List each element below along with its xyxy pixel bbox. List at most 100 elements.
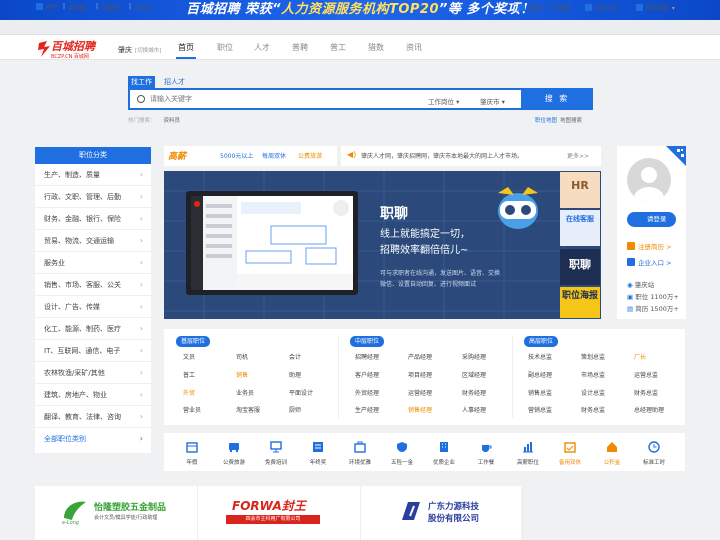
login-button[interactable]: 👤 请登录 — [627, 212, 676, 227]
ad-job-poster[interactable]: 职位海报 — [560, 287, 600, 318]
city-select[interactable]: 肇庆市 ▾ — [480, 96, 505, 106]
ad-chat[interactable]: 职聊 — [560, 249, 600, 285]
sidebar-item-finance[interactable]: 财务、金融、银行、保险 › — [35, 208, 151, 230]
job-link[interactable]: 销售总监 — [528, 388, 552, 397]
job-link[interactable]: 设计总监 — [581, 388, 605, 397]
quick-annual-leave[interactable]: 年假 — [174, 458, 210, 466]
qr-code-icon[interactable] — [666, 146, 686, 166]
job-link[interactable]: 生产经理 — [355, 405, 379, 414]
quick-free-training[interactable]: 免费培训 — [258, 458, 294, 466]
job-link[interactable]: 市场总监 — [581, 370, 605, 379]
app-link[interactable]: APP — [36, 3, 57, 11]
quick-high-salary[interactable]: 高薪职位 — [510, 458, 546, 466]
sidebar-item-translation[interactable]: 翻译、教育、法律、咨询 › — [35, 406, 151, 428]
quick-year-bonus[interactable]: 年终奖 — [300, 458, 336, 466]
nav-headhunt[interactable]: 猎数 — [368, 42, 384, 53]
sidebar-item-it[interactable]: IT、互联网、通信、电子 › — [35, 340, 151, 362]
ad-hr[interactable]: HR — [560, 172, 600, 208]
job-link[interactable]: 采购经理 — [462, 352, 486, 361]
switch-city-link[interactable]: [切换城市] — [135, 46, 161, 54]
job-link[interactable]: 策划总监 — [581, 352, 605, 361]
job-link[interactable]: 营业员 — [183, 405, 201, 414]
miniprogram-link[interactable]: 小程序 — [101, 3, 119, 12]
job-link[interactable]: 外贸 — [183, 388, 195, 397]
job-link[interactable]: 财务经理 — [462, 388, 486, 397]
search-button[interactable]: 搜 索 — [521, 88, 593, 110]
job-link[interactable]: 运营总监 — [634, 370, 658, 379]
quick-paid-travel[interactable]: 公费旅游 — [216, 458, 252, 466]
job-link[interactable]: 区域经理 — [462, 370, 486, 379]
tag-salary[interactable]: 5000元以上 — [220, 151, 253, 160]
sidebar-item-chemical[interactable]: 化工、能源、制药、医疗 › — [35, 318, 151, 340]
job-link[interactable]: 助理 — [289, 370, 301, 379]
job-link[interactable]: 产品经理 — [408, 352, 432, 361]
quick-housing-fund[interactable]: 公积金 — [594, 458, 630, 466]
job-link[interactable]: 淘宝客服 — [236, 405, 260, 414]
sidebar-item-design[interactable]: 设计、广告、传媒 › — [35, 296, 151, 318]
nav-jobs[interactable]: 职位 — [217, 42, 233, 53]
job-link[interactable]: 人事经理 — [462, 405, 486, 414]
tab-find-talent[interactable]: 招人才 — [164, 76, 185, 88]
job-link[interactable]: 文员 — [183, 352, 195, 361]
job-link[interactable]: 技术总监 — [528, 352, 552, 361]
site-nav-link[interactable]: 网站导航 ▾ — [636, 3, 675, 12]
quick-standard-hours[interactable]: 标准工时 — [636, 458, 672, 466]
login-register-link[interactable]: 注册 | 个人登录 — [518, 3, 570, 12]
quick-meals[interactable]: 工作餐 — [468, 458, 504, 466]
quick-insurance[interactable]: 五险一金 — [384, 458, 420, 466]
more-link[interactable]: 更多>> — [567, 151, 589, 160]
job-link[interactable]: 运营经理 — [408, 388, 432, 397]
job-link[interactable]: 普工 — [183, 370, 195, 379]
sidebar-item-sales[interactable]: 销售、市场、客服、公关 › — [35, 274, 151, 296]
register-resume-link[interactable]: 注册简历 > — [627, 241, 672, 251]
quick-weekend[interactable]: 备用双休 — [552, 458, 588, 466]
nav-general-recruit[interactable]: 普聘 — [292, 42, 308, 53]
sidebar-item-trade[interactable]: 贸易、物流、交通运输 › — [35, 230, 151, 252]
job-link[interactable]: 营销总监 — [528, 405, 552, 414]
ad-online-service[interactable]: 在线客服 — [560, 210, 600, 246]
sidebar-item-all[interactable]: 全部职位类别 › — [35, 428, 151, 450]
job-link[interactable]: 财务总监 — [581, 405, 605, 414]
tab-find-job[interactable]: 找工作 — [128, 76, 155, 88]
sidebar-item-service[interactable]: 服务业 › — [35, 252, 151, 274]
quick-environment[interactable]: 环境优雅 — [342, 458, 378, 466]
tag-weekend[interactable]: 每周双休 — [262, 151, 286, 160]
sidebar-item-production[interactable]: 生产、制造、质量 › — [35, 164, 151, 186]
job-link[interactable]: 业务员 — [236, 388, 254, 397]
job-link[interactable]: 厂长 — [634, 352, 646, 361]
company-logo-elong[interactable]: e-Long 怡隆塑胶五金制品 会计文员/模具学徒/行政助理 — [60, 492, 190, 532]
sidebar-item-construction[interactable]: 建筑、房地产、物业 › — [35, 384, 151, 406]
job-link[interactable]: 项目经理 — [408, 370, 432, 379]
company-logo-liyuan[interactable]: 广东力源科技 股份有限公司 — [398, 494, 508, 530]
job-link[interactable]: 厨师 — [289, 405, 301, 414]
enterprise-entry-link[interactable]: 企业入口 > — [627, 257, 672, 267]
hot-search-keyword[interactable]: 资料员 — [164, 118, 181, 124]
job-link[interactable]: 总经理助理 — [634, 405, 664, 414]
quick-quality-company[interactable]: 优质企业 — [426, 458, 462, 466]
job-link[interactable]: 客户经理 — [355, 370, 379, 379]
sidebar-item-agriculture[interactable]: 农林牧渔/采矿/其他 › — [35, 362, 151, 384]
job-link[interactable]: 平面设计 — [289, 388, 313, 397]
sidebar-item-admin[interactable]: 行政、文职、管理、后勤 › — [35, 186, 151, 208]
job-link[interactable]: 财务总监 — [634, 388, 658, 397]
job-link[interactable]: 销售 — [236, 370, 248, 379]
job-link[interactable]: 销售经理 — [408, 405, 432, 414]
search-input[interactable] — [150, 95, 410, 103]
job-link[interactable]: 副总经理 — [528, 370, 552, 379]
position-map-link[interactable]: 职位地图 — [535, 116, 557, 124]
nav-talent[interactable]: 人才 — [254, 42, 270, 53]
enterprise-link[interactable]: 企业入口 — [585, 3, 619, 12]
position-select[interactable]: 工作岗位 ▾ — [428, 96, 459, 106]
job-link[interactable]: 司机 — [236, 352, 248, 361]
nav-news[interactable]: 资讯 — [406, 42, 422, 53]
nav-home[interactable]: 首页 — [178, 42, 194, 53]
map-search-link[interactable]: 地图搜索 — [560, 116, 582, 124]
site-logo[interactable]: 百城招聘 BCZP.CN 百城网 — [36, 38, 114, 60]
nav-workers[interactable]: 普工 — [330, 42, 346, 53]
company-logo-forwa[interactable]: FORWA封王 四会市主科用广有限公司 — [226, 497, 326, 527]
notice-text[interactable]: 肇庆人才网，肇庆招聘网，肇庆市本地最大的网上人才市场。 — [361, 151, 523, 160]
mobile-link[interactable]: 手机版 — [68, 3, 86, 12]
wechat-link[interactable]: 公众号 — [134, 3, 152, 12]
job-link[interactable]: 招聘经理 — [355, 352, 379, 361]
job-link[interactable]: 会计 — [289, 352, 301, 361]
